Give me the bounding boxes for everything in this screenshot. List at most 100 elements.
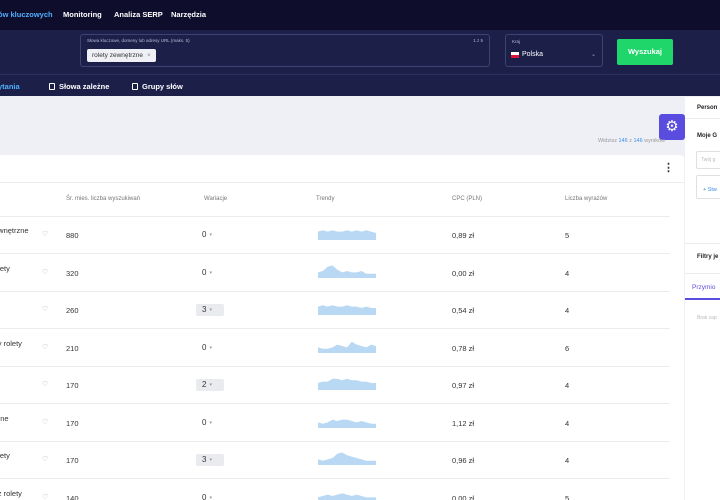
keyword-text[interactable]: ewnętrzne	[0, 226, 29, 235]
keyword-text[interactable]: cz rolety	[0, 489, 22, 498]
nav-item-keywords[interactable]: ów kluczowych	[0, 10, 53, 19]
nav-item-serp-analysis[interactable]: Analiza SERP	[114, 10, 163, 19]
word-count: 4	[565, 306, 570, 315]
variations-value: 2	[202, 380, 207, 389]
tab-sidebar-active[interactable]: Przymio	[692, 284, 715, 291]
table-row[interactable]: olety ♡ 320 0▾ 0,00 zł 4	[0, 255, 670, 292]
word-count: 6	[565, 343, 570, 353]
table-row[interactable]: ♡ 260 3 ▾ 0,54 zł 4	[0, 292, 670, 329]
cpc-value: 0,00 zł	[452, 493, 475, 500]
variations-dropdown[interactable]: 0 ▾	[196, 492, 224, 500]
chevron-down-icon: ▾	[209, 419, 212, 426]
chevron-down-icon: ⌄	[590, 52, 596, 58]
nav-item-monitoring[interactable]: Monitoring	[63, 10, 102, 19]
search-volume: 140	[66, 493, 79, 500]
group-name-placeholder: Twój g	[701, 157, 716, 163]
trend-sparkline	[318, 230, 376, 240]
word-count: 5	[565, 231, 570, 240]
nav-item-tools[interactable]: Narzędzia	[171, 10, 206, 19]
column-header-cpc[interactable]: CPC (PLN)	[452, 196, 482, 202]
variations-dropdown[interactable]: 0 ▾	[196, 229, 224, 241]
table-row[interactable]: ty♡1702▾0,97 zł4	[0, 367, 670, 404]
variations-dropdown[interactable]: 0 ▾	[196, 342, 224, 354]
column-header-variations[interactable]: Wariacje	[204, 196, 227, 202]
variations-dropdown[interactable]: 0 ▾	[196, 267, 224, 279]
word-count: 4	[565, 268, 570, 278]
favorite-icon[interactable]: ♡	[42, 380, 48, 388]
cpc-value: 0,89 zł	[452, 231, 475, 240]
results-prefix: Widzisz	[598, 138, 617, 144]
trend-sparkline	[318, 305, 376, 315]
tab-related-words[interactable]: Słowa zależne	[49, 82, 109, 91]
variations-dropdown[interactable]: 0 ▾	[196, 417, 224, 429]
favorite-icon[interactable]: ♡	[42, 343, 48, 351]
keyword-text[interactable]: olety	[0, 264, 10, 273]
favorite-icon[interactable]: ♡	[42, 493, 48, 500]
remove-chip-icon[interactable]: ×	[147, 52, 151, 59]
favorite-icon[interactable]: ♡	[42, 305, 48, 313]
table-row[interactable]: rzne ♡ 170 0▾ 1,12 zł 4	[0, 405, 670, 442]
favorite-icon[interactable]: ♡	[42, 230, 48, 238]
country-select[interactable]: Kraj Polska ⌄	[505, 34, 603, 67]
variations-dropdown[interactable]: 2 ▾	[196, 379, 224, 391]
favorite-icon[interactable]: ♡	[42, 268, 48, 276]
variations-value: 3	[202, 455, 207, 464]
table-row[interactable]: ewnętrzne ♡ 880 0▾ 0,89 zł 5	[0, 217, 670, 254]
trend-sparkline	[318, 264, 376, 278]
cpc-value: 0,97 zł	[452, 381, 475, 390]
keyword-text[interactable]: zy rolety	[0, 339, 22, 348]
search-volume: 170	[66, 418, 79, 428]
table-row[interactable]: zy rolety ♡ 210 0▾ 0,78 zł 6	[0, 330, 670, 367]
variations-value: 0	[202, 342, 207, 352]
trend-area	[318, 452, 376, 465]
table-row[interactable]: cz rolety ♡ 140 0▾ 0,00 zł 5	[0, 480, 670, 500]
column-header-word-count[interactable]: Liczba wyrazów	[565, 196, 607, 202]
word-count: 4	[565, 381, 570, 390]
top-navigation: ów kluczowych Monitoring Analiza SERP Na…	[0, 0, 720, 30]
variations-dropdown[interactable]: 3 ▾	[196, 304, 224, 316]
cpc-value: 0,96 zł	[452, 456, 475, 465]
tab-word-groups[interactable]: Grupy słów	[132, 82, 183, 91]
empty-state-text: Brak zap	[697, 315, 717, 321]
favorite-icon[interactable]: ♡	[42, 455, 48, 463]
keyword-chip-label: rolety zewnętrzne	[92, 52, 143, 59]
cpc-value: 0,54 zł	[452, 306, 475, 315]
settings-gear-button[interactable]: ⚙	[659, 114, 685, 140]
table-row[interactable]: olety ♡ 170 3▾ 0,96 zł 4	[0, 442, 670, 479]
chevron-down-icon: ▾	[209, 344, 212, 351]
cpc-value: 1,12 zł	[452, 418, 475, 428]
search-volume: 170	[66, 456, 79, 465]
word-count: 4	[565, 418, 570, 428]
results-suffix: wyników	[644, 138, 665, 144]
keywords-input[interactable]: Słowa kluczowe, domeny lub adresy URL (m…	[80, 34, 490, 67]
word-count: 5	[565, 493, 570, 500]
keyword-text[interactable]: olety	[0, 451, 10, 460]
more-options-icon[interactable]: ⋮	[663, 162, 674, 174]
results-count: Widzisz 146 z 146 wyników	[598, 138, 665, 144]
poland-flag-icon	[511, 52, 519, 58]
trend-area	[318, 230, 376, 240]
sidebar-title: Person	[697, 105, 718, 111]
favorite-icon[interactable]: ♡	[42, 418, 48, 426]
chevron-down-icon: ▾	[209, 382, 212, 388]
variations-dropdown[interactable]: 3 ▾	[196, 454, 224, 466]
keyword-text[interactable]: rzne	[0, 414, 9, 423]
tab-word-groups-label: Grupy słów	[142, 82, 183, 91]
search-button[interactable]: Wyszukaj	[617, 39, 673, 65]
column-header-volume[interactable]: Śr. mies. liczba wyszukiwań	[66, 196, 140, 202]
country-select-label: Kraj	[512, 39, 521, 44]
keywords-table-card: ⋮ Śr. mies. liczba wyszukiwań Wariacje T…	[0, 155, 684, 500]
variations-value: 0	[202, 492, 207, 500]
create-group-button[interactable]: + Stw	[703, 187, 717, 193]
tab-questions-label: ytania	[0, 82, 20, 91]
trend-sparkline	[318, 452, 376, 465]
table-toolbar: ⋮	[0, 155, 684, 183]
trend-area	[318, 264, 376, 278]
search-volume: 320	[66, 268, 79, 278]
variations-value: 0	[202, 230, 207, 239]
word-count: 4	[565, 456, 570, 465]
search-volume: 170	[66, 381, 79, 390]
sidebar-header: Person	[685, 97, 720, 119]
tab-questions[interactable]: ytania	[0, 82, 20, 91]
keyword-chip[interactable]: rolety zewnętrzne ×	[87, 49, 156, 62]
